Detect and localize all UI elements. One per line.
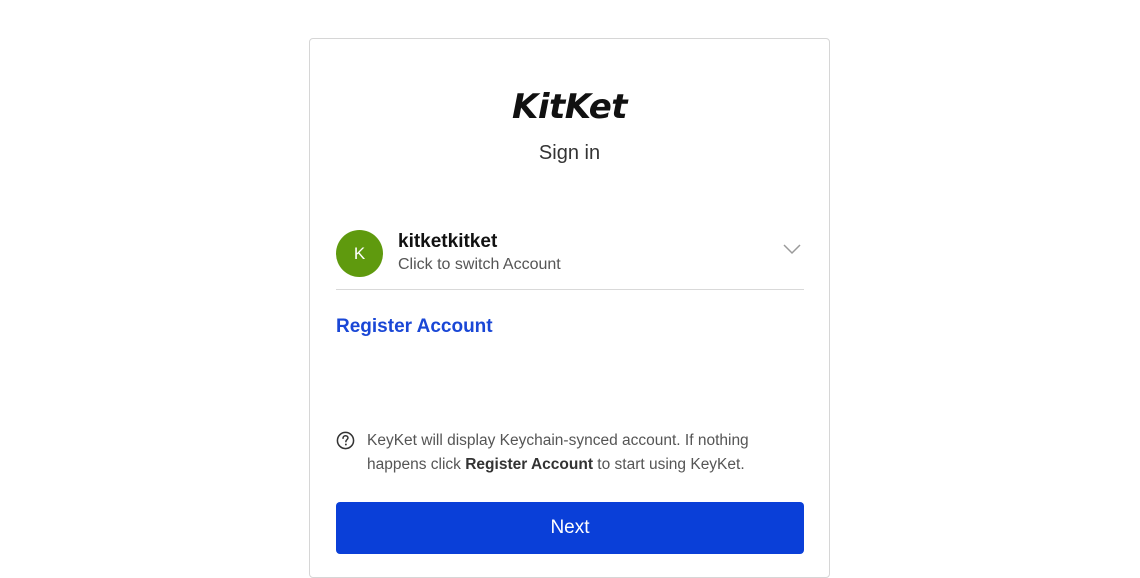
info-text-bold: Register Account bbox=[465, 456, 593, 473]
sign-in-card: KitKet Sign in K kitketkitket Click to s… bbox=[309, 38, 830, 578]
account-switch-hint: Click to switch Account bbox=[398, 256, 561, 273]
next-button[interactable]: Next bbox=[336, 502, 804, 554]
question-circle-icon bbox=[336, 431, 355, 450]
register-account-link[interactable]: Register Account bbox=[336, 315, 493, 339]
account-switcher[interactable]: K kitketkitket Click to switch Account bbox=[336, 227, 804, 290]
avatar: K bbox=[336, 230, 383, 277]
page-title: Sign in bbox=[538, 142, 601, 164]
account-name: kitketkitket bbox=[398, 231, 498, 252]
brand-logo: KitKet bbox=[511, 87, 628, 127]
info-text-after: to start using KeyKet. bbox=[593, 456, 745, 473]
chevron-down-icon[interactable] bbox=[782, 239, 802, 259]
info-text: KeyKet will display Keychain-synced acco… bbox=[367, 429, 807, 477]
